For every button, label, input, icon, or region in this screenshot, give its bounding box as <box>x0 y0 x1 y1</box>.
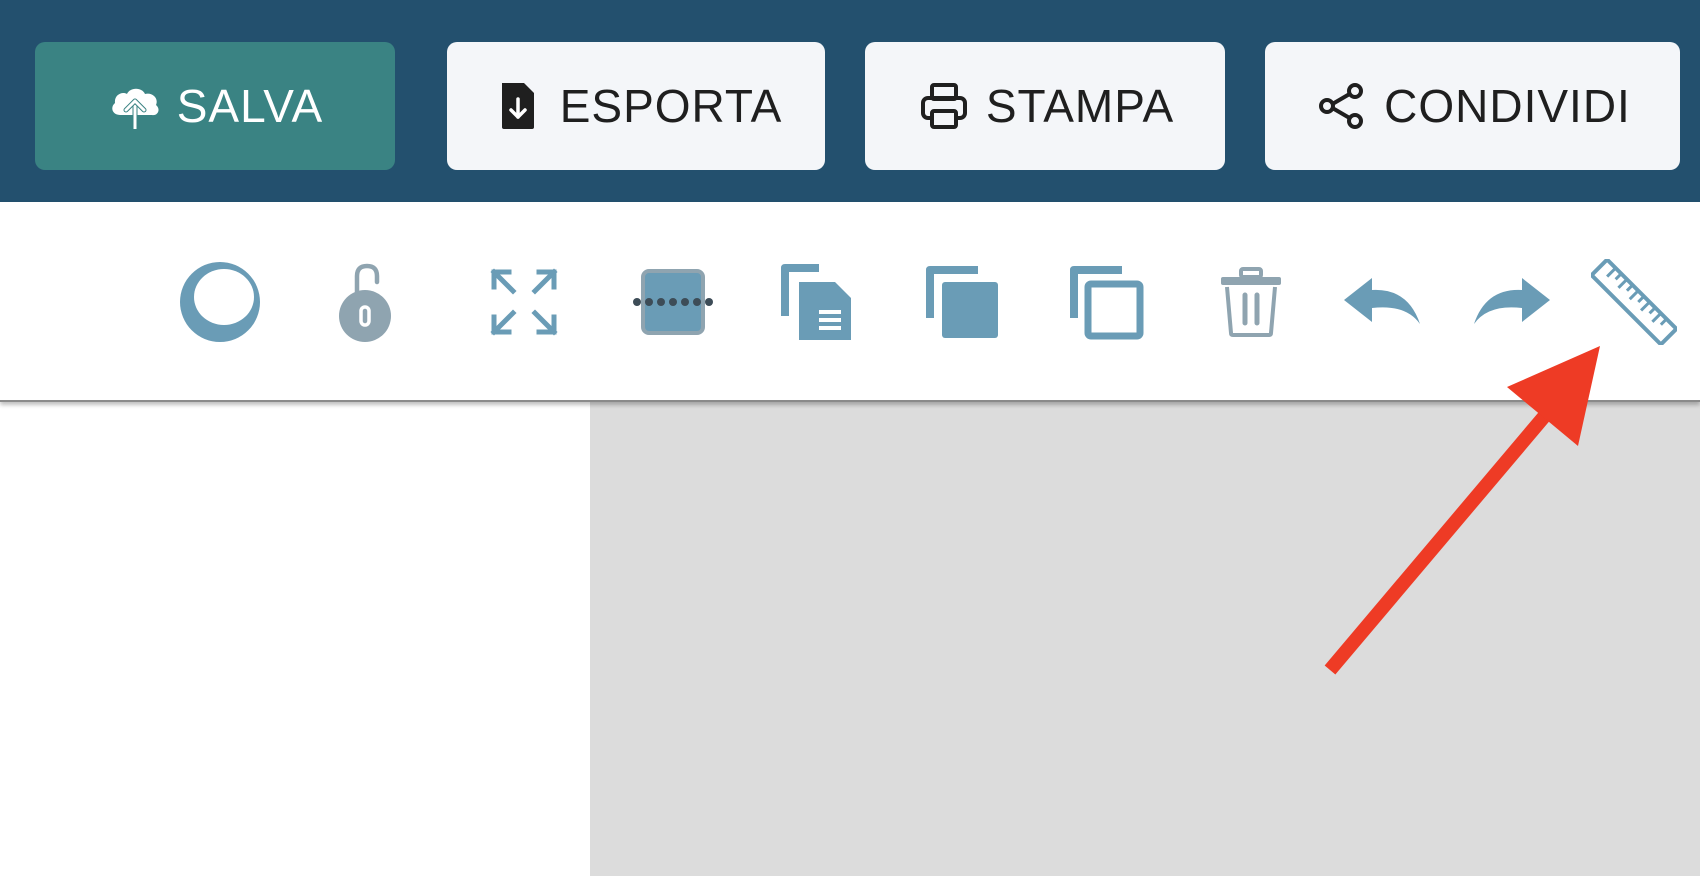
share-button-label: CONDIVIDI <box>1384 80 1631 132</box>
print-button-label: STAMPA <box>985 80 1175 132</box>
copy-icon <box>781 264 851 340</box>
undo-icon <box>1344 278 1420 324</box>
send-backward-tool[interactable] <box>1056 252 1156 352</box>
cloud-upload-icon <box>107 78 163 134</box>
unlock-icon <box>339 263 391 342</box>
align-center-icon <box>633 269 713 335</box>
circle-shape-icon <box>180 262 260 342</box>
file-download-icon <box>490 78 546 134</box>
lock-tool[interactable] <box>315 252 415 352</box>
share-button[interactable]: CONDIVIDI <box>1265 42 1680 170</box>
top-header-bar: SALVA ESPORTA STAMPA CONDIVIDI <box>0 0 1700 202</box>
ruler-tool[interactable] <box>1584 252 1684 352</box>
redo-button[interactable] <box>1462 252 1562 352</box>
edit-toolbar <box>0 202 1700 402</box>
drawing-canvas[interactable] <box>590 402 1700 876</box>
expand-icon <box>490 268 558 336</box>
share-icon <box>1314 78 1370 134</box>
app-window: SALVA ESPORTA STAMPA CONDIVIDI <box>0 0 1700 876</box>
printer-icon <box>916 78 972 134</box>
delete-tool[interactable] <box>1201 252 1301 352</box>
undo-button[interactable] <box>1332 252 1432 352</box>
side-panel <box>0 402 590 876</box>
redo-icon <box>1474 278 1550 324</box>
bring-forward-icon <box>926 266 998 338</box>
trash-icon <box>1221 267 1281 337</box>
save-button-label: SALVA <box>176 80 324 132</box>
save-button[interactable]: SALVA <box>35 42 395 170</box>
align-center-tool[interactable] <box>623 252 723 352</box>
circle-shape-tool[interactable] <box>170 252 270 352</box>
expand-tool[interactable] <box>474 252 574 352</box>
export-button-label: ESPORTA <box>559 80 783 132</box>
print-button[interactable]: STAMPA <box>865 42 1225 170</box>
bring-forward-tool[interactable] <box>912 252 1012 352</box>
workspace <box>0 402 1700 876</box>
ruler-icon <box>1591 259 1677 345</box>
send-backward-icon <box>1070 266 1144 340</box>
export-button[interactable]: ESPORTA <box>447 42 825 170</box>
copy-tool[interactable] <box>767 252 867 352</box>
